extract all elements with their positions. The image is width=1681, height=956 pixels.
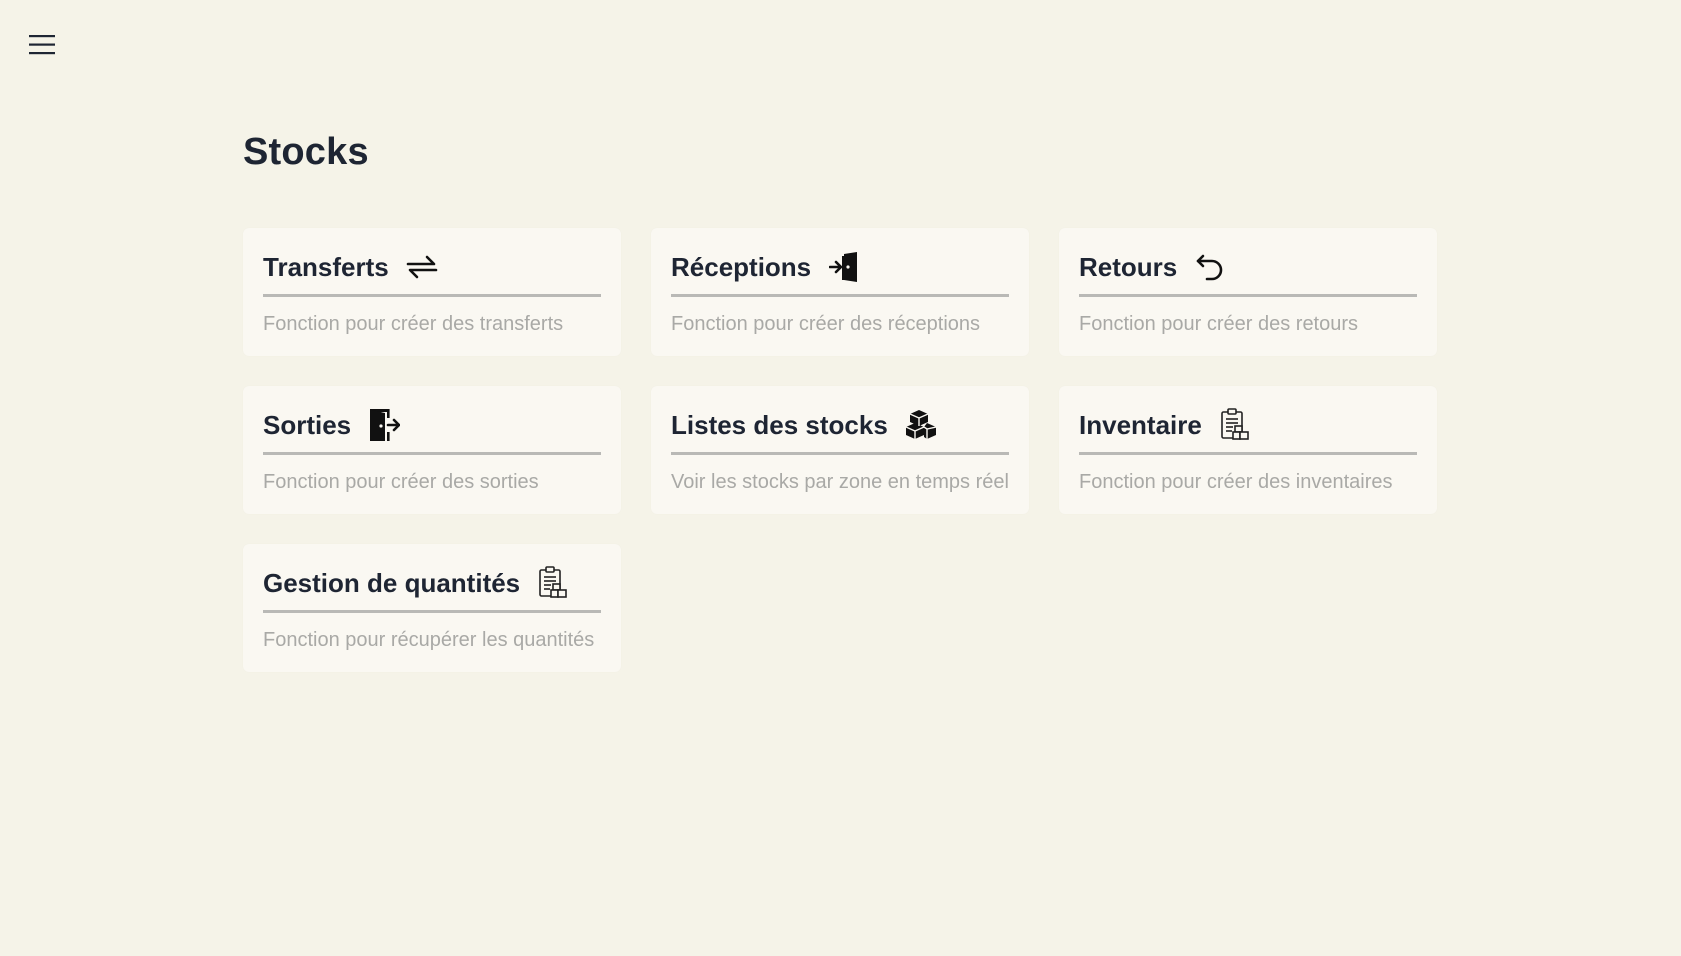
door-enter-icon: [827, 250, 861, 284]
card-description: Fonction pour créer des inventaires: [1079, 471, 1393, 493]
card-receptions[interactable]: Réceptions Fonction pour créer des récep…: [651, 228, 1029, 356]
card-title: Retours: [1079, 251, 1178, 282]
door-exit-icon: [367, 408, 401, 442]
card-title: Sorties: [263, 409, 352, 440]
card-transferts[interactable]: Transferts Fonction pour créer des trans…: [243, 228, 621, 356]
boxes-stack-icon: [904, 408, 938, 442]
card-sorties[interactable]: Sorties Fonction pour créer des sorties: [243, 386, 621, 514]
card-header: Listes des stocks: [671, 406, 1009, 455]
card-title: Inventaire: [1079, 409, 1202, 440]
card-header: Sorties: [263, 406, 601, 455]
clipboard-boxes-icon: [1218, 408, 1252, 442]
card-description: Voir les stocks par zone en temps réel: [671, 471, 1009, 493]
card-title: Transferts: [263, 251, 389, 282]
card-title: Réceptions: [671, 251, 812, 282]
card-header: Inventaire: [1079, 406, 1417, 455]
card-description: Fonction pour récupérer les quantités: [263, 629, 595, 651]
card-description: Fonction pour créer des retours: [1079, 313, 1359, 335]
card-title: Gestion de quantités: [263, 567, 521, 598]
clipboard-boxes-icon: [536, 566, 570, 600]
card-gestion-de-quantites[interactable]: Gestion de quantités Fonction pour récup…: [243, 544, 621, 672]
hamburger-menu-icon: [29, 35, 55, 55]
card-header: Transferts: [263, 248, 601, 297]
card-description: Fonction pour créer des réceptions: [671, 313, 981, 335]
page-title: Stocks: [243, 131, 369, 173]
return-arrow-icon: [1193, 250, 1227, 284]
card-listes-des-stocks[interactable]: Listes des stocks Voir les stocks par zo…: [651, 386, 1029, 514]
card-header: Gestion de quantités: [263, 564, 601, 613]
card-header: Retours: [1079, 248, 1417, 297]
card-description: Fonction pour créer des transferts: [263, 313, 564, 335]
card-title: Listes des stocks: [671, 409, 888, 440]
transfer-arrows-icon: [405, 250, 439, 284]
card-header: Réceptions: [671, 248, 1009, 297]
card-retours[interactable]: Retours Fonction pour créer des retours: [1059, 228, 1437, 356]
menu-button[interactable]: [28, 33, 56, 57]
card-inventaire[interactable]: Inventaire Fonction pour créer des inven…: [1059, 386, 1437, 514]
card-description: Fonction pour créer des sorties: [263, 471, 539, 493]
function-cards-grid: Transferts Fonction pour créer des trans…: [243, 228, 1437, 672]
